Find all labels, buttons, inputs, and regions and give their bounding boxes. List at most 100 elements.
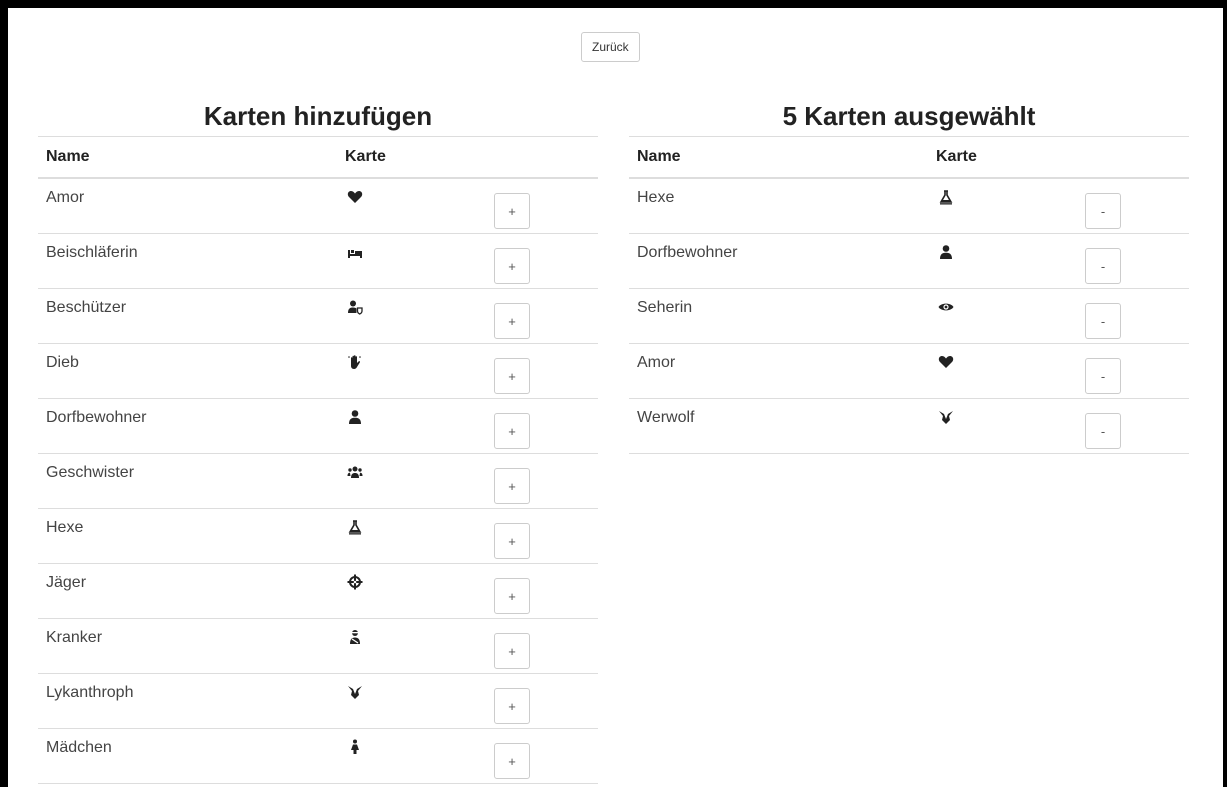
wolf-icon (345, 684, 365, 704)
add-cards-title: Karten hinzufügen (203, 101, 433, 131)
table-row: Jäger + (38, 563, 598, 619)
add-card-button[interactable]: + (494, 743, 530, 779)
card-name: Amor (629, 343, 928, 399)
table-row: Dorfbewohner - (629, 233, 1189, 289)
add-card-button[interactable]: + (494, 633, 530, 669)
card-icon-cell (337, 233, 486, 289)
action-cell: + (486, 178, 598, 234)
user-icon (936, 244, 956, 264)
table-row: Mädchen + (38, 728, 598, 784)
remove-card-button[interactable]: - (1085, 303, 1121, 339)
card-icon-cell (337, 618, 486, 674)
action-cell: + (486, 673, 598, 729)
card-icon-cell (337, 728, 486, 784)
card-name: Werwolf (629, 398, 928, 454)
user-shield-icon (345, 299, 365, 319)
action-cell: + (486, 233, 598, 289)
action-cell: + (486, 453, 598, 509)
add-card-button[interactable]: + (494, 578, 530, 614)
name-column-header: Name (629, 136, 928, 179)
add-card-button[interactable]: + (494, 303, 530, 339)
action-cell: + (486, 288, 598, 344)
card-icon-cell (337, 343, 486, 399)
action-cell: + (486, 343, 598, 399)
remove-card-button[interactable]: - (1085, 193, 1121, 229)
card-name: Beischläferin (38, 233, 337, 289)
action-cell: - (1077, 288, 1189, 344)
card-icon-cell (337, 288, 486, 344)
add-card-button[interactable]: + (494, 193, 530, 229)
action-cell: + (486, 508, 598, 564)
table-row: Hexe - (629, 178, 1189, 234)
add-card-button[interactable]: + (494, 413, 530, 449)
card-icon-cell (928, 178, 1077, 234)
hand-icon (345, 354, 365, 374)
add-cards-table: Name Karte Amor + Beischläferin + Beschützer… (38, 136, 598, 784)
table-row: Dieb + (38, 343, 598, 399)
table-row: Geschwister + (38, 453, 598, 509)
card-name: Hexe (38, 508, 337, 564)
action-cell: + (486, 563, 598, 619)
card-icon-cell (337, 398, 486, 454)
remove-card-button[interactable]: - (1085, 358, 1121, 394)
card-name: Kranker (38, 618, 337, 674)
action-cell: + (486, 398, 598, 454)
table-row: Beischläferin + (38, 233, 598, 289)
table-row: Amor + (38, 178, 598, 234)
user-injured-icon (345, 629, 365, 649)
name-column-header: Name (38, 136, 337, 179)
crosshairs-icon (345, 574, 365, 594)
heart-icon (345, 189, 365, 209)
card-icon-cell (928, 288, 1077, 344)
card-name: Lykanthroph (38, 673, 337, 729)
wolf-icon (936, 409, 956, 429)
action-cell: - (1077, 343, 1189, 399)
add-card-button[interactable]: + (494, 468, 530, 504)
action-column-header (486, 136, 598, 179)
remove-card-button[interactable]: - (1085, 248, 1121, 284)
card-name: Geschwister (38, 453, 337, 509)
card-column-header: Karte (928, 136, 1077, 179)
action-cell: + (486, 618, 598, 674)
action-cell: - (1077, 398, 1189, 454)
female-icon (345, 739, 365, 759)
back-button[interactable]: Zurück (581, 32, 640, 62)
table-row: Hexe + (38, 508, 598, 564)
table-row: Amor - (629, 343, 1189, 399)
add-card-button[interactable]: + (494, 358, 530, 394)
card-name: Beschützer (38, 288, 337, 344)
card-name: Amor (38, 178, 337, 234)
remove-card-button[interactable]: - (1085, 413, 1121, 449)
table-row: Werwolf - (629, 398, 1189, 454)
users-icon (345, 464, 365, 484)
card-icon-cell (928, 343, 1077, 399)
add-card-button[interactable]: + (494, 248, 530, 284)
add-card-button[interactable]: + (494, 523, 530, 559)
bed-icon (345, 244, 365, 264)
card-name: Mädchen (38, 728, 337, 784)
action-cell: - (1077, 178, 1189, 234)
table-row: Lykanthroph + (38, 673, 598, 729)
selected-cards-table: Name Karte Hexe - Dorfbewohner - Seherin - Amo… (629, 136, 1189, 454)
flask-icon (936, 189, 956, 209)
add-card-button[interactable]: + (494, 688, 530, 724)
card-name: Dorfbewohner (38, 398, 337, 454)
page-frame: Zurück Karten hinzufügen Name Karte Amor… (8, 8, 1223, 787)
flask-icon (345, 519, 365, 539)
card-name: Dorfbewohner (629, 233, 928, 289)
action-column-header (1077, 136, 1189, 179)
eye-icon (936, 299, 956, 319)
card-icon-cell (928, 398, 1077, 454)
table-row: Kranker + (38, 618, 598, 674)
card-name: Jäger (38, 563, 337, 619)
card-name: Hexe (629, 178, 928, 234)
card-icon-cell (337, 453, 486, 509)
card-icon-cell (337, 563, 486, 619)
card-column-header: Karte (337, 136, 486, 179)
card-name: Dieb (38, 343, 337, 399)
add-cards-panel: Karten hinzufügen Name Karte Amor + Beisch… (38, 96, 598, 784)
action-cell: - (1077, 233, 1189, 289)
card-icon-cell (337, 673, 486, 729)
selected-cards-panel: 5 Karten ausgewählt Name Karte Hexe - Dorf… (629, 96, 1189, 454)
card-icon-cell (928, 233, 1077, 289)
